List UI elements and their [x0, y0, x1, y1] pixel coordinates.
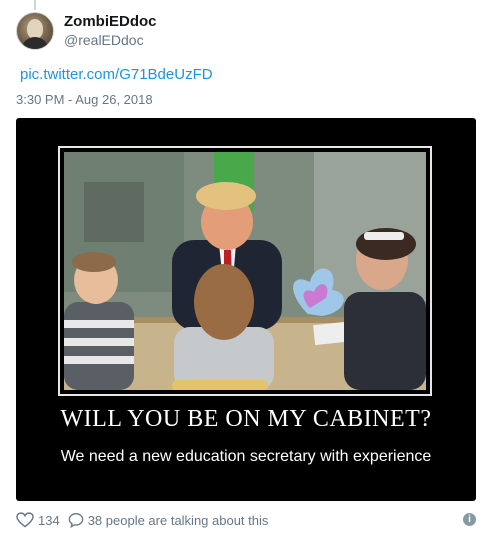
talking-about-text: 38 people are talking about this	[87, 512, 269, 528]
avatar-face	[27, 19, 43, 39]
tweet-media[interactable]: WILL YOU BE ON MY CABINET? We need a new…	[16, 118, 476, 501]
speech-bubble-icon	[68, 512, 84, 528]
like-button[interactable]: 134	[16, 512, 60, 528]
avatar-body	[21, 37, 49, 49]
user-names: ZombiEDdoc @realEDdoc	[64, 13, 157, 49]
display-name[interactable]: ZombiEDdoc	[64, 13, 157, 31]
photo-frame	[58, 146, 432, 396]
avatar[interactable]	[16, 12, 54, 50]
heart-icon	[16, 512, 34, 528]
like-count: 134	[38, 512, 60, 528]
conversation-button[interactable]: 38 people are talking about this	[68, 512, 269, 528]
media-link[interactable]: pic.twitter.com/G71BdeUzFD	[20, 66, 213, 83]
tweet-timestamp[interactable]: 3:30 PM - Aug 26, 2018	[16, 92, 153, 107]
tweet-header: ZombiEDdoc @realEDdoc	[16, 12, 157, 50]
info-icon[interactable]: i	[463, 513, 476, 526]
thread-connector-line	[34, 0, 36, 10]
photo-illustration	[64, 152, 426, 390]
user-handle[interactable]: @realEDdoc	[64, 31, 157, 49]
tweet-footer: 134 38 people are talking about this i	[16, 510, 476, 530]
meme-photo	[64, 152, 426, 390]
meme-caption-title: WILL YOU BE ON MY CABINET?	[60, 406, 432, 432]
meme-caption-subtitle: We need a new education secretary with e…	[60, 448, 432, 465]
